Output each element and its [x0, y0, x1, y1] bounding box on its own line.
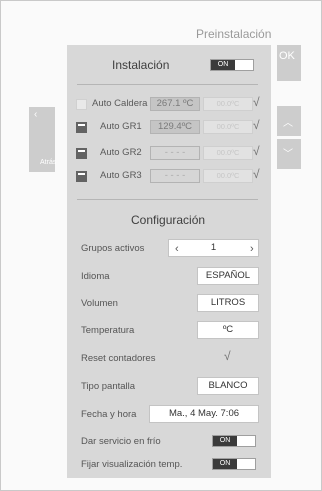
back-label: Atrás — [40, 159, 57, 166]
ok-label: OK — [279, 50, 295, 62]
active-groups-label: Grupos activos — [81, 243, 145, 254]
language-select[interactable]: ESPAÑOL — [197, 267, 259, 285]
fix-temp-display-label: Fijar visualización temp. — [81, 459, 183, 470]
row-setpoint[interactable]: 00.0ºC — [203, 169, 253, 183]
row-label: Auto GR3 — [100, 170, 142, 181]
chevron-right-icon[interactable]: › — [250, 241, 254, 257]
row-label: Auto GR2 — [100, 147, 142, 158]
active-groups-stepper: ‹ 1 › — [168, 239, 259, 257]
row-label: Auto Caldera — [92, 98, 148, 109]
reset-counters-label: Reset contadores — [81, 353, 156, 364]
row-setpoint[interactable]: 00.0ºC — [203, 146, 253, 160]
date-time-label: Fecha y hora — [81, 409, 137, 420]
chevron-down-icon: ﹀ — [283, 149, 293, 160]
scroll-down-button[interactable]: ﹀ — [277, 139, 301, 169]
cold-service-toggle[interactable]: ON — [212, 435, 256, 447]
divider — [77, 84, 258, 85]
check-icon: √ — [253, 118, 260, 132]
fix-temp-display-toggle-label: ON — [213, 459, 237, 469]
row-value: - - - - — [150, 169, 200, 183]
chevron-left-icon: ‹ — [34, 109, 38, 120]
row-value: 267.1 ºC — [150, 97, 200, 111]
chevron-left-icon[interactable]: ‹ — [175, 241, 179, 257]
back-button[interactable]: ‹ Atrás — [29, 107, 57, 172]
check-icon: √ — [253, 95, 260, 109]
row-value: 129.4ºC — [150, 120, 200, 134]
check-icon: √ — [253, 144, 260, 158]
check-icon: √ — [253, 167, 260, 181]
row-label: Auto GR1 — [100, 121, 142, 132]
language-label: Idioma — [81, 271, 110, 282]
installation-title: Instalación — [112, 58, 170, 72]
auto-gr2-checkbox[interactable] — [76, 148, 87, 159]
screen-type-label: Tipo pantalla — [81, 381, 136, 392]
scroll-up-button[interactable]: ︿ — [277, 106, 301, 136]
screen-type-select[interactable]: BLANCO — [197, 377, 259, 395]
row-setpoint[interactable]: 00.0ºC — [203, 120, 253, 134]
temperature-select[interactable]: ºC — [197, 321, 259, 339]
page-title: Preinstalación — [196, 27, 272, 41]
row-setpoint[interactable]: 00.0ºC — [203, 97, 253, 111]
temperature-label: Temperatura — [81, 325, 135, 336]
volume-label: Volumen — [81, 298, 118, 309]
row-value: - - - - — [150, 146, 200, 160]
chevron-up-icon: ︿ — [283, 118, 293, 129]
installation-toggle-label: ON — [211, 60, 235, 70]
ok-button[interactable]: OK — [277, 45, 301, 81]
cold-service-toggle-label: ON — [213, 436, 237, 446]
cold-service-label: Dar servicio en frío — [81, 436, 161, 447]
reset-counters-check-icon[interactable]: √ — [224, 349, 231, 363]
date-time-field[interactable]: Ma., 4 May. 7:06 — [149, 405, 259, 423]
installation-toggle[interactable]: ON — [210, 59, 254, 71]
active-groups-value: 1 — [210, 242, 217, 253]
configuration-title: Configuración — [131, 213, 206, 227]
divider — [77, 199, 258, 200]
auto-gr1-checkbox[interactable] — [76, 122, 87, 133]
fix-temp-display-toggle[interactable]: ON — [212, 458, 256, 470]
auto-caldera-checkbox[interactable] — [76, 99, 87, 110]
auto-gr3-checkbox[interactable] — [76, 171, 87, 182]
volume-select[interactable]: LITROS — [197, 294, 259, 312]
